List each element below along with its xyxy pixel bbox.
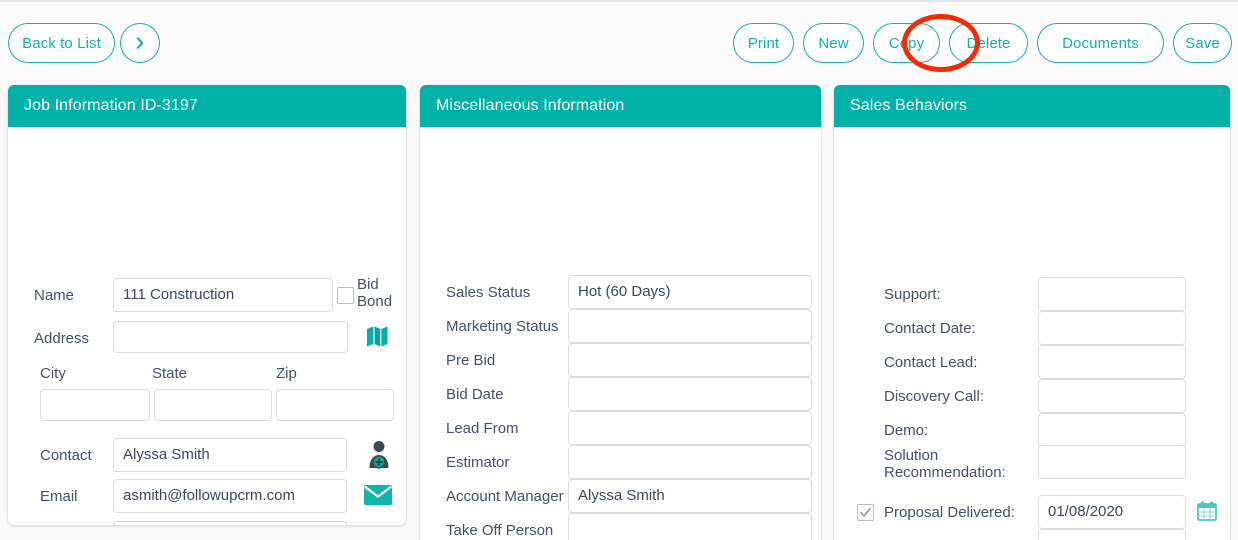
state-input[interactable] bbox=[154, 389, 272, 421]
sales-behaviors-title: Sales Behaviors bbox=[850, 97, 968, 114]
envelope-icon[interactable] bbox=[363, 483, 393, 512]
sales-behavior-input[interactable] bbox=[1038, 413, 1186, 447]
misc-field-label: Estimator bbox=[446, 454, 510, 471]
save-label: Save bbox=[1185, 34, 1220, 52]
miscellaneous-information-header: Miscellaneous Information bbox=[420, 85, 821, 127]
sales-behavior-input[interactable] bbox=[1038, 277, 1186, 311]
misc-field-label: Lead From bbox=[446, 420, 519, 437]
add-contact-icon[interactable] bbox=[365, 440, 393, 475]
sales-behavior-input[interactable] bbox=[1038, 311, 1186, 345]
sales-behavior-label: Demo: bbox=[884, 422, 929, 439]
bid-bond-checkbox[interactable] bbox=[337, 287, 354, 304]
miscellaneous-information-title: Miscellaneous Information bbox=[436, 97, 625, 114]
sales-behavior-input[interactable] bbox=[1038, 445, 1186, 479]
next-record-button[interactable] bbox=[120, 23, 160, 63]
sales-behavior-input[interactable] bbox=[1038, 529, 1186, 540]
new-label: New bbox=[818, 34, 849, 52]
sales-behavior-label: Proposal Delivered: bbox=[884, 504, 1015, 521]
misc-field-input[interactable] bbox=[568, 411, 812, 445]
delete-label: Delete bbox=[966, 34, 1011, 52]
print-label: Print bbox=[747, 34, 780, 52]
misc-field-input[interactable]: Hot (60 Days) bbox=[568, 275, 812, 309]
sales-behavior-input[interactable] bbox=[1038, 379, 1186, 413]
job-information-panel: Job Information ID-3197 Name 111 Constru… bbox=[8, 85, 406, 525]
sales-behavior-label: Discovery Call: bbox=[884, 388, 985, 405]
job-information-header: Job Information ID-3197 bbox=[8, 85, 406, 127]
contact-label: Contact bbox=[40, 447, 92, 464]
sales-behavior-label: Contact Lead: bbox=[884, 354, 978, 371]
delete-button[interactable]: Delete bbox=[949, 23, 1028, 63]
name-label: Name bbox=[34, 287, 75, 304]
job-information-title: Job Information ID-3197 bbox=[24, 97, 198, 114]
sales-behavior-input[interactable]: 01/08/2020 bbox=[1038, 495, 1186, 529]
city-input[interactable] bbox=[40, 389, 150, 421]
sales-behavior-label: Contact Date: bbox=[884, 320, 976, 337]
misc-field-label: Pre Bid bbox=[446, 352, 496, 369]
misc-field-label: Account Manager bbox=[446, 488, 564, 505]
toolbar-actions: Print New Copy Delete Documents Save bbox=[733, 23, 1232, 63]
back-to-list-button[interactable]: Back to List bbox=[8, 23, 115, 63]
misc-field-input[interactable] bbox=[568, 309, 812, 343]
email-label: Email bbox=[40, 488, 78, 505]
address-label: Address bbox=[34, 330, 90, 347]
map-icon[interactable] bbox=[364, 323, 390, 354]
email-input[interactable]: asmith@followupcrm.com bbox=[113, 479, 347, 513]
print-button[interactable]: Print bbox=[733, 23, 794, 63]
name-input[interactable]: 111 Construction bbox=[113, 278, 333, 312]
misc-field-input[interactable] bbox=[568, 377, 812, 411]
misc-field-label: Take Off Person bbox=[446, 522, 554, 539]
state-label: State bbox=[152, 365, 188, 382]
toolbar: Back to List Print New Copy Delete Docum… bbox=[0, 0, 1238, 84]
copy-label: Copy bbox=[888, 34, 925, 52]
sales-behavior-input[interactable] bbox=[1038, 345, 1186, 379]
misc-field-input[interactable] bbox=[568, 445, 812, 479]
sales-behaviors-panel: Sales Behaviors Support: Contact Date: Con… bbox=[834, 85, 1230, 540]
check-icon bbox=[860, 507, 871, 517]
city-label: City bbox=[40, 365, 66, 382]
misc-field-label: Bid Date bbox=[446, 386, 504, 403]
misc-field-input[interactable] bbox=[568, 513, 812, 540]
zip-label: Zip bbox=[276, 365, 297, 382]
new-button[interactable]: New bbox=[803, 23, 864, 63]
misc-field-label: Marketing Status bbox=[446, 318, 559, 335]
miscellaneous-information-panel: Miscellaneous Information Sales Status Ho… bbox=[420, 85, 821, 540]
misc-field-input[interactable]: Alyssa Smith bbox=[568, 479, 812, 513]
contact-input[interactable]: Alyssa Smith bbox=[113, 438, 347, 472]
calendar-icon[interactable] bbox=[1196, 500, 1218, 527]
copy-button[interactable]: Copy bbox=[873, 23, 940, 63]
proposal-delivered-checkbox[interactable] bbox=[857, 504, 874, 521]
phone-input[interactable] bbox=[113, 521, 347, 525]
sales-behavior-label: Support: bbox=[884, 286, 941, 303]
documents-button[interactable]: Documents bbox=[1037, 23, 1164, 63]
job-detail-page: Back to List Print New Copy Delete Docum… bbox=[0, 0, 1238, 540]
sales-behaviors-header: Sales Behaviors bbox=[834, 85, 1230, 127]
documents-label: Documents bbox=[1062, 34, 1139, 52]
misc-field-input[interactable] bbox=[568, 343, 812, 377]
back-to-list-label: Back to List bbox=[22, 34, 101, 52]
address-input[interactable] bbox=[113, 321, 348, 353]
bid-bond-label: Bid Bond bbox=[357, 276, 393, 310]
sales-behavior-label: Solution Recommendation: bbox=[884, 447, 1006, 481]
misc-field-label: Sales Status bbox=[446, 284, 531, 301]
zip-input[interactable] bbox=[276, 389, 394, 421]
chevron-right-icon bbox=[136, 37, 144, 49]
save-button[interactable]: Save bbox=[1173, 23, 1232, 63]
